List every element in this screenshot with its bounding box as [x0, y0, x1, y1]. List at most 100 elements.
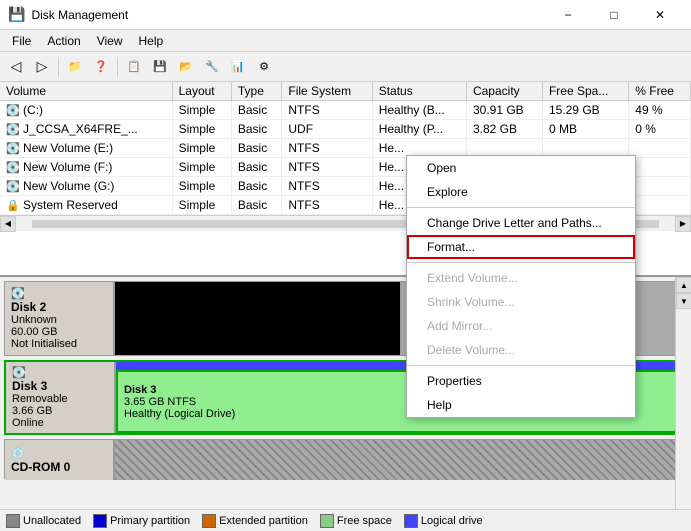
ctx-sep-1: [407, 207, 635, 208]
disk3-size: 3.66 GB: [12, 405, 108, 417]
cdrom0-row: 💿 CD-ROM 0: [4, 439, 687, 479]
cell-fs: NTFS: [282, 158, 372, 177]
ctx-delete-volume: Delete Volume...: [407, 338, 635, 362]
title-bar-title: Disk Management: [31, 8, 545, 22]
toolbar-forward[interactable]: ▷: [30, 55, 54, 79]
disk2-size: 60.00 GB: [11, 326, 107, 338]
ctx-format[interactable]: Format...: [407, 235, 635, 259]
legend-unallocated: Unallocated: [6, 514, 81, 528]
menu-help[interactable]: Help: [131, 32, 172, 50]
cell-volume: 🔒 System Reserved: [0, 196, 172, 215]
cdrom0-name: CD-ROM 0: [11, 460, 107, 474]
ctx-explore[interactable]: Explore: [407, 180, 635, 204]
col-free: Free Spa...: [542, 82, 628, 101]
toolbar-btn10[interactable]: ⚙: [252, 55, 276, 79]
minimize-button[interactable]: −: [545, 0, 591, 30]
ctx-change-drive-letter[interactable]: Change Drive Letter and Paths...: [407, 211, 635, 235]
cell-pct: 0 %: [629, 120, 691, 139]
toolbar-btn8[interactable]: 🔧: [200, 55, 224, 79]
cell-layout: Simple: [172, 101, 231, 120]
ctx-shrink-volume: Shrink Volume...: [407, 290, 635, 314]
toolbar-back[interactable]: ◁: [4, 55, 28, 79]
cell-pct: 49 %: [629, 101, 691, 120]
cell-fs: UDF: [282, 120, 372, 139]
cell-pct: [629, 177, 691, 196]
legend-primary-label: Primary partition: [110, 515, 190, 527]
legend-free-label: Free space: [337, 515, 392, 527]
cell-volume: 💽 J_CCSA_X64FRE_...: [0, 120, 172, 139]
cell-pct: [629, 139, 691, 158]
cell-volume: 💽 (C:): [0, 101, 172, 120]
legend-extended-box: [202, 514, 216, 528]
scroll-up-btn[interactable]: ▲: [676, 277, 691, 293]
disk2-partition-black[interactable]: [115, 282, 401, 355]
scroll-left-btn[interactable]: ◀: [0, 216, 16, 232]
ctx-sep-3: [407, 365, 635, 366]
scroll-right-btn[interactable]: ▶: [675, 216, 691, 232]
toolbar: ◁ ▷ 📁 ❓ 📋 💾 📂 🔧 📊 ⚙: [0, 52, 691, 82]
cell-fs: NTFS: [282, 139, 372, 158]
col-pct: % Free: [629, 82, 691, 101]
legend-free-box: [320, 514, 334, 528]
disk2-label: 💽 Disk 2 Unknown 60.00 GB Not Initialise…: [5, 282, 115, 355]
cell-layout: Simple: [172, 139, 231, 158]
cell-type: Basic: [231, 139, 282, 158]
title-bar-controls: − □ ✕: [545, 0, 683, 30]
title-bar-icon: 💾: [8, 6, 25, 23]
cell-pct: [629, 196, 691, 215]
menu-bar: File Action View Help: [0, 30, 691, 52]
right-scrollbar[interactable]: ▲ ▼: [675, 277, 691, 509]
ctx-extend-volume: Extend Volume...: [407, 266, 635, 290]
close-button[interactable]: ✕: [637, 0, 683, 30]
ctx-help[interactable]: Help: [407, 393, 635, 417]
menu-view[interactable]: View: [89, 32, 131, 50]
menu-action[interactable]: Action: [39, 32, 88, 50]
col-fs: File System: [282, 82, 372, 101]
cell-status: Healthy (B...: [372, 101, 466, 120]
title-bar: 💾 Disk Management − □ ✕: [0, 0, 691, 30]
table-header-row: Volume Layout Type File System Status Ca…: [0, 82, 691, 101]
cell-status: Healthy (P...: [372, 120, 466, 139]
toolbar-separator-2: [117, 57, 118, 77]
legend-unallocated-box: [6, 514, 20, 528]
ctx-open[interactable]: Open: [407, 156, 635, 180]
cell-capacity: 3.82 GB: [466, 120, 542, 139]
legend-primary-box: [93, 514, 107, 528]
col-status: Status: [372, 82, 466, 101]
toolbar-btn9[interactable]: 📊: [226, 55, 250, 79]
toolbar-btn3[interactable]: 📁: [63, 55, 87, 79]
cell-fs: NTFS: [282, 101, 372, 120]
toolbar-btn6[interactable]: 💾: [148, 55, 172, 79]
legend-free: Free space: [320, 514, 392, 528]
cell-pct: [629, 158, 691, 177]
disk3-type: Removable: [12, 393, 108, 405]
legend-unallocated-label: Unallocated: [23, 515, 81, 527]
cell-volume: 💽 New Volume (E:): [0, 139, 172, 158]
cell-layout: Simple: [172, 158, 231, 177]
cdrom0-partition[interactable]: [115, 440, 686, 480]
cell-free: 15.29 GB: [542, 101, 628, 120]
maximize-button[interactable]: □: [591, 0, 637, 30]
cell-free: 0 MB: [542, 120, 628, 139]
cell-fs: NTFS: [282, 196, 372, 215]
menu-file[interactable]: File: [4, 32, 39, 50]
cell-volume: 💽 New Volume (G:): [0, 177, 172, 196]
cdrom0-label: 💿 CD-ROM 0: [5, 440, 115, 480]
col-volume: Volume: [0, 82, 172, 101]
toolbar-btn7[interactable]: 📂: [174, 55, 198, 79]
cell-type: Basic: [231, 177, 282, 196]
cell-layout: Simple: [172, 177, 231, 196]
legend-logical-label: Logical drive: [421, 515, 483, 527]
cdrom0-partitions: [115, 440, 686, 480]
toolbar-btn5[interactable]: 📋: [122, 55, 146, 79]
cell-layout: Simple: [172, 120, 231, 139]
cell-type: Basic: [231, 101, 282, 120]
cell-volume: 💽 New Volume (F:): [0, 158, 172, 177]
ctx-properties[interactable]: Properties: [407, 369, 635, 393]
toolbar-help[interactable]: ❓: [89, 55, 113, 79]
table-row[interactable]: 💽 J_CCSA_X64FRE_... Simple Basic UDF Hea…: [0, 120, 691, 139]
scroll-down-btn[interactable]: ▼: [676, 293, 691, 309]
table-row[interactable]: 💽 (C:) Simple Basic NTFS Healthy (B... 3…: [0, 101, 691, 120]
legend-primary: Primary partition: [93, 514, 190, 528]
col-type: Type: [231, 82, 282, 101]
